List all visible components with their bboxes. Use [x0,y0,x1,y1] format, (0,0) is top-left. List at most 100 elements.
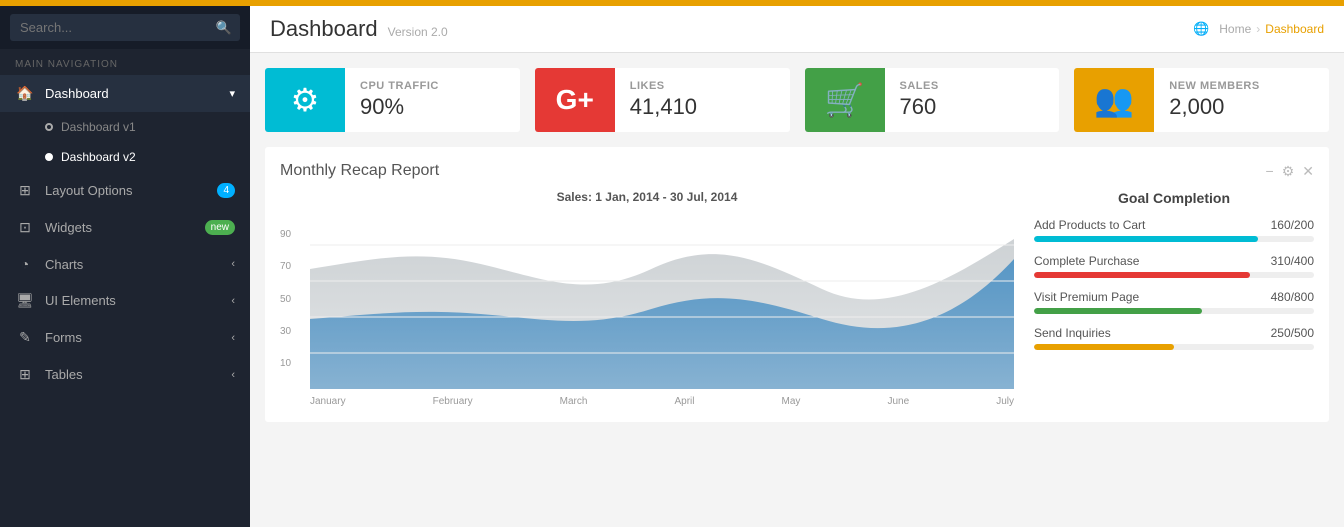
sidebar-search-container: 🔍 [0,6,250,49]
search-icon[interactable]: 🔍 [216,20,232,36]
charts-icon: ◔ [15,256,35,272]
ui-icon: 🖥 [15,292,35,309]
globe-icon: 🌐 [1193,21,1209,37]
cpu-label: CPU TRAFFIC [360,80,439,92]
chart-header: Monthly Recap Report − ⚙ ✕ [280,162,1314,180]
sidebar-subitem-label: Dashboard v1 [61,120,136,134]
goal-item-purchase: Complete Purchase 310/400 [1034,254,1314,278]
cpu-value: 90% [360,94,439,120]
tables-icon: ⊞ [15,366,35,383]
dot-icon [45,153,53,161]
sidebar-item-dashboard[interactable]: 🏠 Dashboard ▾ [0,75,250,112]
chevron-icon: ▾ [229,87,235,100]
chart-inner: Sales: 1 Jan, 2014 - 30 Jul, 2014 90 70 … [280,190,1314,407]
page-version: Version 2.0 [388,25,448,39]
close-icon[interactable]: ✕ [1302,163,1314,180]
chart-area: Sales: 1 Jan, 2014 - 30 Jul, 2014 90 70 … [280,190,1014,407]
cpu-icon: ⚙ [265,68,345,132]
goal-completion: Goal Completion Add Products to Cart 160… [1034,190,1314,407]
goal-label: Send Inquiries [1034,326,1111,340]
chart-wrap: 90 70 50 30 10 [280,209,1014,394]
content-header: Dashboard Version 2.0 🌐 Home › Dashboard [250,6,1344,53]
chart-subtitle: Sales: 1 Jan, 2014 - 30 Jul, 2014 [280,190,1014,204]
sidebar-item-label: Forms [45,330,82,345]
badge-number: 4 [217,183,235,198]
stat-card-likes: G+ LIKES 41,410 [535,68,790,132]
chart-section: Monthly Recap Report − ⚙ ✕ Sales: 1 Jan,… [265,147,1329,422]
goal-bar-fill [1034,344,1174,350]
sidebar-item-label: Widgets [45,220,92,235]
settings-icon[interactable]: ⚙ [1282,163,1295,180]
likes-body: LIKES 41,410 [615,68,712,132]
chevron-icon: ‹ [231,295,235,307]
sales-icon: 🛒 [805,68,885,132]
chevron-icon: ‹ [231,332,235,344]
main-layout: 🔍 MAIN NAVIGATION 🏠 Dashboard ▾ Dashboar… [0,6,1344,527]
forms-icon: ✎ [15,329,35,346]
header-left: Dashboard Version 2.0 [270,16,448,42]
goal-value: 480/800 [1271,290,1314,304]
area-chart-svg [310,209,1014,389]
sidebar-item-dashboard-v1[interactable]: Dashboard v1 [0,112,250,142]
dashboard-icon: 🏠 [15,85,35,102]
goal-value: 310/400 [1271,254,1314,268]
sidebar-item-label: Charts [45,257,83,272]
sales-label: SALES [900,80,939,92]
layout-icon: ⊞ [15,182,35,199]
sidebar-item-layout-options[interactable]: ⊞ Layout Options 4 [0,172,250,209]
goal-value: 160/200 [1271,218,1314,232]
goal-value: 250/500 [1271,326,1314,340]
sidebar-item-dashboard-v2[interactable]: Dashboard v2 [0,142,250,172]
goal-label: Add Products to Cart [1034,218,1145,232]
members-icon: 👥 [1074,68,1154,132]
members-body: NEW MEMBERS 2,000 [1154,68,1274,132]
goal-bar-bg [1034,308,1314,314]
likes-label: LIKES [630,80,697,92]
members-value: 2,000 [1169,94,1259,120]
goal-item-cart: Add Products to Cart 160/200 [1034,218,1314,242]
goal-item-inquiries: Send Inquiries 250/500 [1034,326,1314,350]
stat-card-cpu: ⚙ CPU TRAFFIC 90% [265,68,520,132]
breadcrumb-current: Dashboard [1265,22,1324,36]
goal-title: Goal Completion [1034,190,1314,206]
minimize-button[interactable]: − [1266,163,1274,180]
sidebar-item-tables[interactable]: ⊞ Tables ‹ [0,356,250,393]
sidebar-item-ui-elements[interactable]: 🖥 UI Elements ‹ [0,282,250,319]
sidebar-item-label: Layout Options [45,183,132,198]
widget-icon: ⊡ [15,219,35,236]
goal-bar-fill [1034,308,1202,314]
likes-value: 41,410 [630,94,697,120]
dot-icon [45,123,53,131]
sidebar-item-label: Dashboard [45,86,109,101]
goal-bar-bg [1034,344,1314,350]
members-label: NEW MEMBERS [1169,80,1259,92]
sales-value: 760 [900,94,939,120]
stat-card-members: 👥 NEW MEMBERS 2,000 [1074,68,1329,132]
goal-label: Complete Purchase [1034,254,1139,268]
goal-bar-bg [1034,236,1314,242]
sidebar-item-label: UI Elements [45,293,116,308]
goal-label: Visit Premium Page [1034,290,1139,304]
search-input[interactable] [10,14,240,41]
goal-bar-fill [1034,236,1258,242]
page-title: Dashboard [270,16,378,42]
x-axis-labels: January February March April May June Ju… [280,396,1014,407]
stat-card-sales: 🛒 SALES 760 [805,68,1060,132]
sidebar: 🔍 MAIN NAVIGATION 🏠 Dashboard ▾ Dashboar… [0,6,250,527]
breadcrumb: 🌐 Home › Dashboard [1193,21,1324,37]
goal-item-premium: Visit Premium Page 480/800 [1034,290,1314,314]
sidebar-item-charts[interactable]: ◔ Charts ‹ [0,246,250,282]
goal-bar-bg [1034,272,1314,278]
chevron-icon: ‹ [231,258,235,270]
sidebar-item-forms[interactable]: ✎ Forms ‹ [0,319,250,356]
sidebar-item-widgets[interactable]: ⊡ Widgets new [0,209,250,246]
breadcrumb-home[interactable]: Home [1219,22,1251,36]
main-content: Dashboard Version 2.0 🌐 Home › Dashboard… [250,6,1344,527]
chart-title: Monthly Recap Report [280,162,439,180]
likes-icon: G+ [535,68,615,132]
chevron-icon: ‹ [231,369,235,381]
stat-cards-container: ⚙ CPU TRAFFIC 90% G+ LIKES 41,410 🛒 SALE… [250,53,1344,147]
sidebar-item-label: Tables [45,367,83,382]
sales-body: SALES 760 [885,68,954,132]
y-axis-labels: 90 70 50 30 10 [280,229,291,369]
